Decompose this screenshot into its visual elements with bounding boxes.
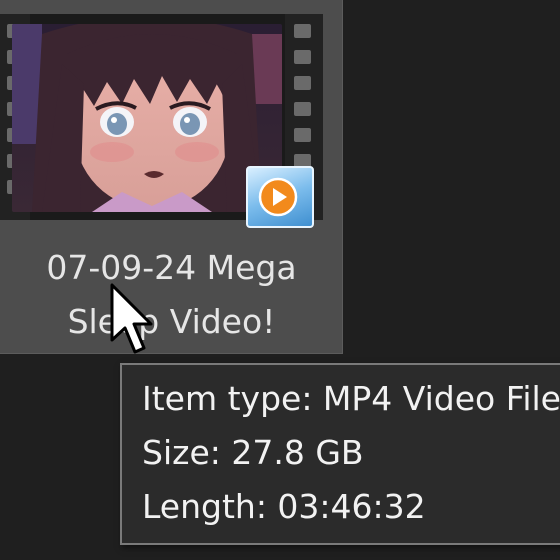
- file-explorer-view: 07-09-24 Mega Sleep Video! Item type: MP…: [0, 0, 560, 560]
- file-name-line-2: Sleep Video!: [67, 302, 276, 341]
- tooltip-length: Length: 03:46:32: [142, 487, 426, 526]
- file-name-line-1: 07-09-24 Mega: [46, 248, 297, 287]
- tooltip-item-type: Item type: MP4 Video File: [142, 379, 560, 418]
- video-file-item[interactable]: 07-09-24 Mega Sleep Video!: [0, 0, 343, 354]
- media-player-icon: [246, 166, 314, 228]
- file-info-tooltip: Item type: MP4 Video File Size: 27.8 GB …: [120, 363, 560, 545]
- video-frame-image: [12, 24, 282, 212]
- arrow-cursor-icon: [110, 283, 153, 354]
- tooltip-size: Size: 27.8 GB: [142, 433, 364, 472]
